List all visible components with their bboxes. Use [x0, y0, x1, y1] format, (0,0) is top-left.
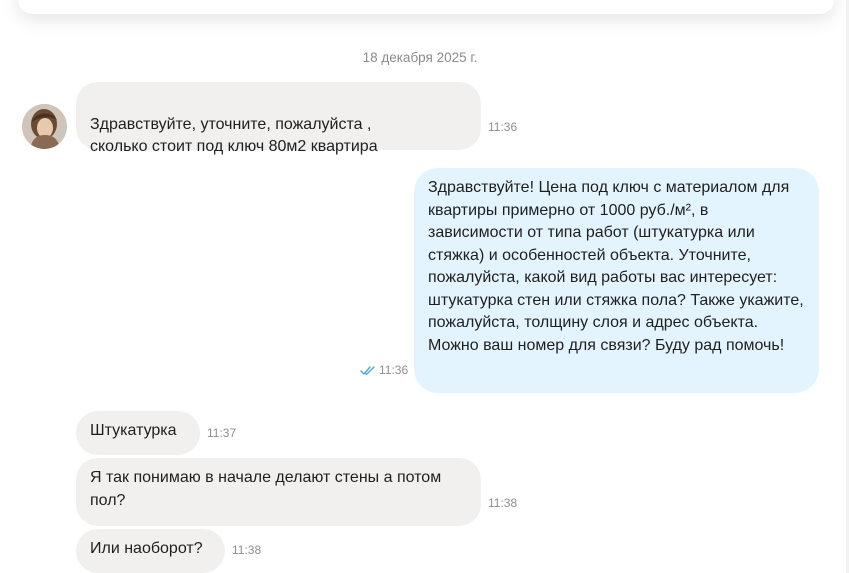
message-text: Здравствуйте, уточните, пожалуйста , ско…	[90, 115, 378, 156]
message-time: 11:36	[488, 120, 518, 134]
message-time: 11:38	[232, 543, 262, 557]
message-text: Штукатурка	[90, 422, 177, 439]
incoming-message[interactable]: Штукатурка	[76, 411, 200, 455]
message-text: Я так понимаю в начале делают стены а по…	[90, 469, 442, 509]
user-photo-icon	[22, 104, 67, 149]
read-check-icon	[360, 366, 375, 375]
incoming-message[interactable]: Здравствуйте, уточните, пожалуйста , ско…	[76, 82, 481, 155]
date-separator: 18 декабря 2025 г.	[362, 50, 478, 65]
outgoing-message[interactable]: Здравствуйте! Цена под ключ с материалом…	[414, 168, 819, 393]
incoming-message[interactable]: Я так понимаю в начале делают стены а по…	[76, 458, 481, 526]
incoming-message[interactable]: Или наоборот?	[76, 529, 225, 573]
message-text: Здравствуйте! Цена под ключ с материалом…	[428, 179, 804, 354]
message-time: 11:38	[488, 496, 518, 510]
header-panel	[18, 0, 834, 14]
message-time: 11:36	[379, 363, 409, 377]
message-time: 11:37	[207, 426, 237, 440]
avatar[interactable]	[22, 104, 67, 149]
message-text: Или наоборот?	[90, 540, 203, 557]
